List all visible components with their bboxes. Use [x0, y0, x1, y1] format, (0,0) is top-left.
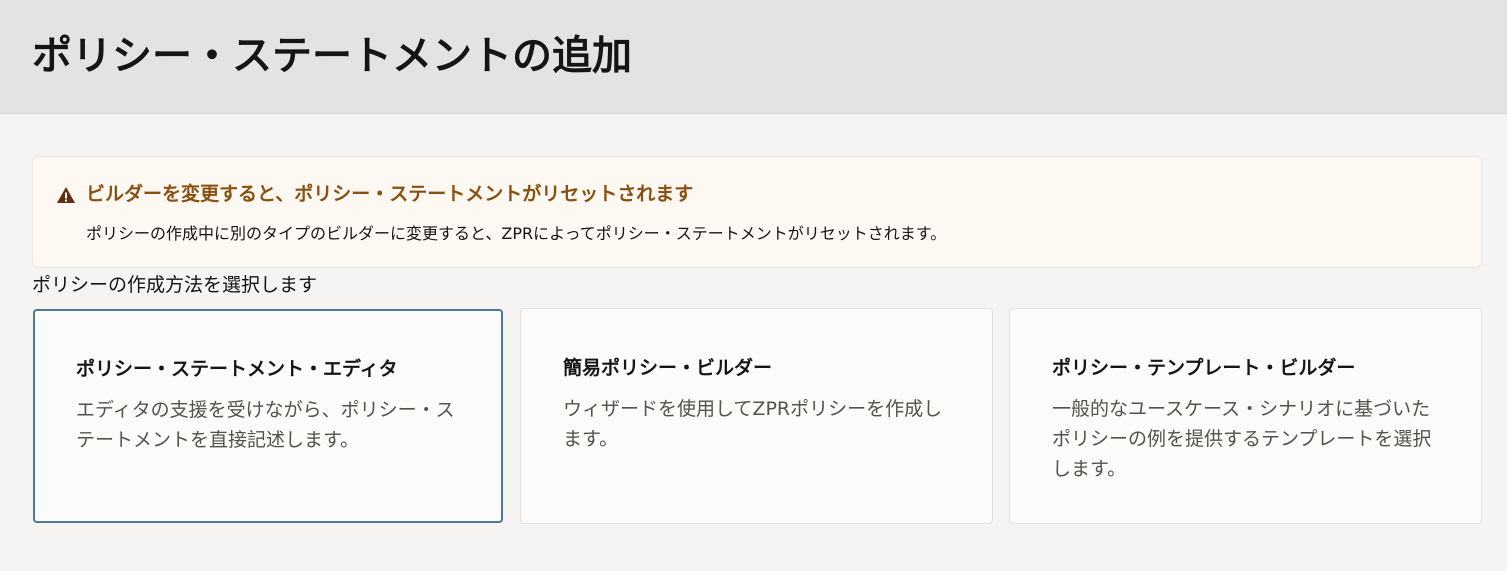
- option-card-description: ウィザードを使用してZPRポリシーを作成します。: [563, 398, 943, 450]
- warning-triangle-icon: [57, 187, 75, 203]
- warning-title: ビルダーを変更すると、ポリシー・ステートメントがリセットされます: [86, 183, 694, 205]
- option-card-description: エディタの支援を受けながら、ポリシー・ステートメントを直接記述します。: [76, 399, 455, 451]
- option-card-policy-statement-editor[interactable]: ポリシー・ステートメント・エディタ エディタの支援を受けながら、ポリシー・ステー…: [33, 309, 503, 523]
- page-header: ポリシー・ステートメントの追加: [0, 0, 1507, 114]
- warning-message: ポリシーの作成中に別のタイプのビルダーに変更すると、ZPRによってポリシー・ステ…: [86, 224, 947, 243]
- option-card-title: 簡易ポリシー・ビルダー: [563, 357, 773, 379]
- option-card-title: ポリシー・ステートメント・エディタ: [76, 358, 398, 380]
- option-card-title: ポリシー・テンプレート・ビルダー: [1052, 357, 1356, 379]
- option-card-simple-policy-builder[interactable]: 簡易ポリシー・ビルダー ウィザードを使用してZPRポリシーを作成します。: [520, 308, 993, 524]
- option-card-description: 一般的なユースケース・シナリオに基づいたポリシーの例を提供するテンプレートを選択…: [1052, 398, 1432, 480]
- method-selection-label: ポリシーの作成方法を選択します: [32, 274, 318, 296]
- option-card-policy-template-builder[interactable]: ポリシー・テンプレート・ビルダー 一般的なユースケース・シナリオに基づいたポリシ…: [1009, 308, 1482, 524]
- warning-banner: ビルダーを変更すると、ポリシー・ステートメントがリセットされます ポリシーの作成…: [32, 156, 1482, 268]
- page-title: ポリシー・ステートメントの追加: [32, 33, 632, 79]
